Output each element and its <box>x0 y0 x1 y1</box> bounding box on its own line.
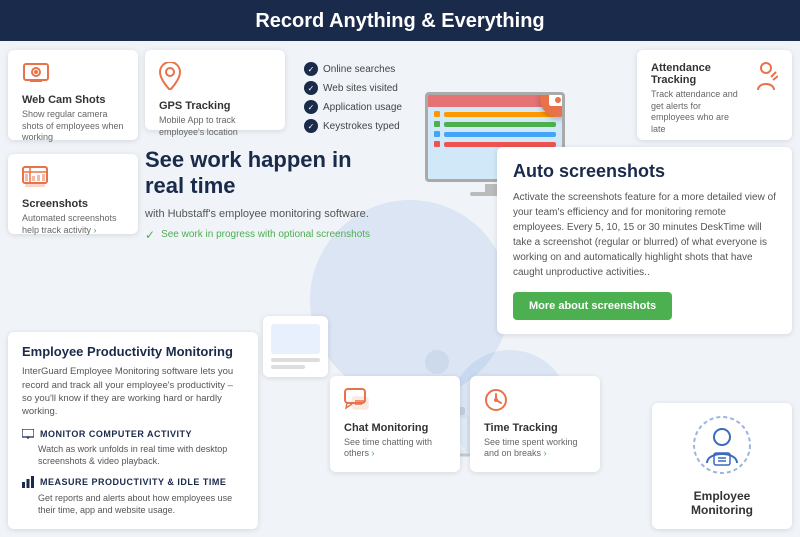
gps-desc: Mobile App to track employee's location <box>159 115 271 138</box>
productivity-section: Employee Productivity Monitoring InterGu… <box>8 332 258 529</box>
attendance-title: Attendance Tracking <box>651 62 746 86</box>
realtime-heading: See work happen in real time <box>145 147 375 200</box>
employee-monitoring-card: Employee Monitoring <box>652 403 792 529</box>
chat-icon <box>344 388 446 418</box>
float-card-left <box>263 316 328 377</box>
card-area: Web Cam Shots Show regular camera shots … <box>0 42 800 537</box>
time-desc: See time spent working and on breaks › <box>484 437 586 460</box>
realtime-section: See work happen in real time with Hubsta… <box>145 147 375 242</box>
productivity-title: Employee Productivity Monitoring <box>22 344 244 359</box>
webcam-title: Web Cam Shots <box>22 94 124 106</box>
checklist-card: ✓ Online searches ✓ Web sites visited ✓ … <box>290 50 430 140</box>
webcam-icon <box>22 62 124 90</box>
check-item-4: ✓ Keystrokes typed <box>304 119 416 133</box>
measure-icon <box>22 476 34 488</box>
check-icon-4: ✓ <box>304 119 318 133</box>
check-item-1: ✓ Online searches <box>304 62 416 76</box>
webcam-card: Web Cam Shots Show regular camera shots … <box>8 50 138 140</box>
attendance-card: Attendance Tracking Track attendance and… <box>637 50 792 140</box>
chat-monitoring-card: Chat Monitoring See time chatting with o… <box>330 376 460 472</box>
realtime-subtext: with Hubstaff's employee monitoring soft… <box>145 208 375 220</box>
webcam-desc: Show regular camera shots of employees w… <box>22 109 124 144</box>
chat-title: Chat Monitoring <box>344 422 446 434</box>
screenshots-icon <box>22 166 124 194</box>
monitor-activity-icon <box>22 429 34 439</box>
auto-screenshots-desc: Activate the screenshots feature for a m… <box>513 190 776 280</box>
time-tracking-card: Time Tracking See time spent working and… <box>470 376 600 472</box>
monitor-activity-title: MONITOR COMPUTER ACTIVITY <box>22 429 244 439</box>
more-screenshots-button[interactable]: More about screenshots <box>513 292 672 320</box>
screenshots-title: Screenshots <box>22 198 124 210</box>
screenshots-desc: Automated screenshots help track activit… <box>22 213 124 236</box>
check-icon-2: ✓ <box>304 81 318 95</box>
check-icon-3: ✓ <box>304 100 318 114</box>
employee-monitoring-title: Employee Monitoring <box>666 489 778 517</box>
measure-title: MEASURE PRODUCTIVITY & IDLE TIME <box>22 476 244 488</box>
attendance-icon <box>754 62 778 97</box>
main-container: Record Anything & Everything Web Cam Sho… <box>0 0 800 537</box>
check-mark-icon: ✓ <box>145 228 155 242</box>
attendance-desc: Track attendance and get alerts for empl… <box>651 89 746 136</box>
auto-screenshots-panel: Auto screenshots Activate the screenshot… <box>497 147 792 334</box>
check-icon-1: ✓ <box>304 62 318 76</box>
time-icon <box>484 388 586 418</box>
gps-title: GPS Tracking <box>159 100 271 112</box>
time-title: Time Tracking <box>484 422 586 434</box>
gps-card: GPS Tracking Mobile App to track employe… <box>145 50 285 130</box>
top-banner: Record Anything & Everything <box>0 0 800 41</box>
chat-desc: See time chatting with others › <box>344 437 446 460</box>
measure-desc: Get reports and alerts about how employe… <box>22 492 244 517</box>
check-item-3: ✓ Application usage <box>304 100 416 114</box>
monitor-activity-desc: Watch as work unfolds in real time with … <box>22 443 244 468</box>
productivity-desc: InterGuard Employee Monitoring software … <box>22 365 244 418</box>
gps-icon <box>159 62 271 96</box>
realtime-check: ✓ See work in progress with optional scr… <box>145 228 375 242</box>
auto-screenshots-title: Auto screenshots <box>513 161 776 182</box>
check-item-2: ✓ Web sites visited <box>304 81 416 95</box>
employee-monitoring-icon <box>666 415 778 483</box>
banner-title: Record Anything & Everything <box>255 10 544 32</box>
screenshots-card: Screenshots Automated screenshots help t… <box>8 154 138 234</box>
